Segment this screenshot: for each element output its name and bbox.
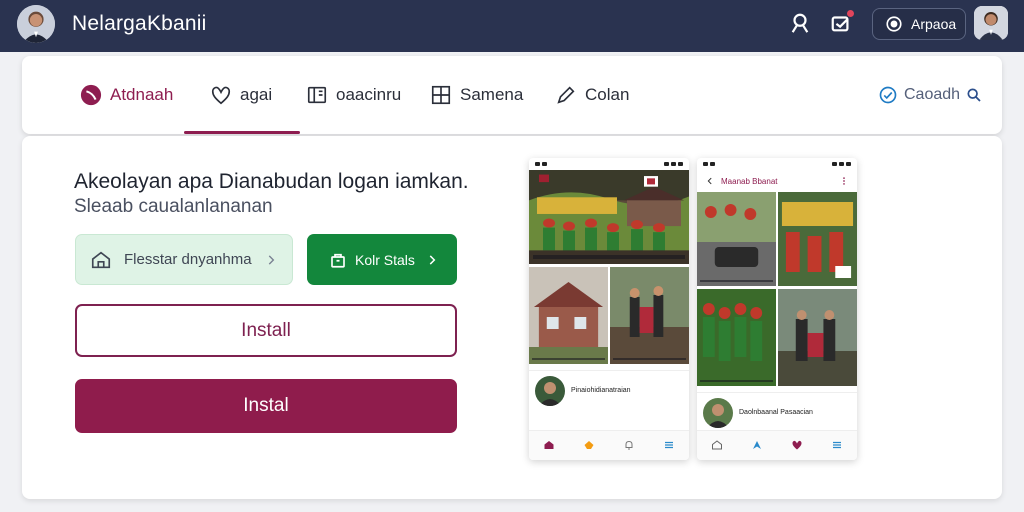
chevron-right-icon: [429, 254, 436, 265]
grid-tile[interactable]: [697, 289, 776, 386]
bottom-nav-home[interactable]: [543, 439, 555, 452]
bottom-nav-explore[interactable]: [751, 439, 763, 452]
post-item[interactable]: Pinaiohidianatraian: [529, 370, 689, 410]
post-item[interactable]: Daolnbaanal Pasaacian: [697, 392, 857, 432]
phone-screenshot-1: Pinaiohidianatraian: [529, 158, 689, 460]
headline: Akeolayan apa Dianabudan logan iamkan.: [74, 170, 469, 193]
secondary-action-button[interactable]: Flesstar dnyanhma: [75, 234, 293, 285]
tab-samena[interactable]: Samena: [430, 82, 523, 108]
phone-status-bar: [697, 158, 857, 170]
tab-label: agai: [240, 85, 273, 104]
tab-label: Colan: [585, 85, 630, 104]
bottom-nav-explore[interactable]: [583, 439, 595, 452]
more-icon[interactable]: [839, 176, 849, 186]
bottom-nav-home[interactable]: [711, 439, 723, 452]
tab-atdnaah[interactable]: Atdnaah: [80, 82, 173, 108]
back-arrow-icon[interactable]: [705, 176, 715, 186]
book-icon: [307, 86, 327, 104]
phone-bottom-nav: [697, 430, 857, 460]
grid-tile[interactable]: [778, 289, 857, 386]
search-button[interactable]: Caoadh: [878, 82, 982, 108]
image-grid: [529, 267, 689, 364]
active-tab-indicator: [184, 131, 300, 134]
notification-badge: [847, 10, 854, 17]
phone-app-bar: Maanab Bbanat: [697, 170, 857, 192]
user-avatar-icon[interactable]: [17, 5, 55, 43]
post-title: Daolnbaanal Pasaacian: [739, 408, 813, 416]
nav-card: Atdnaah agai oaacinru Samena Colan Caoad…: [22, 56, 1002, 134]
bell-icon: [625, 440, 633, 450]
tab-label: Atdnaah: [110, 85, 174, 104]
account-icon: [886, 16, 902, 32]
post-avatar-icon: [535, 375, 565, 406]
tile-caption: [613, 358, 686, 360]
search-label: Caoadh: [904, 86, 961, 103]
tile-caption: [532, 358, 605, 360]
tab-label: Samena: [460, 85, 524, 104]
check-circle-icon: [879, 86, 897, 104]
explore-icon: [753, 441, 761, 449]
tab-colan[interactable]: Colan: [555, 82, 629, 108]
tab-oaacinru[interactable]: oaacinru: [306, 82, 401, 108]
brand-logo-icon: [80, 84, 102, 106]
home-badge-icon: [91, 251, 111, 268]
user-avatar-icon[interactable]: [974, 6, 1008, 40]
phone-bottom-nav: [529, 430, 689, 460]
phone-status-bar: [529, 158, 689, 170]
search-icon: [967, 88, 981, 102]
grid-icon: [431, 85, 451, 105]
top-bar: NelargaKbanii Arpaoa: [0, 0, 1024, 52]
grid-tile[interactable]: [697, 192, 776, 286]
bottom-nav-alerts[interactable]: [623, 439, 635, 452]
hero-image: [529, 170, 689, 264]
phone-screenshot-2: Maanab Bbanat Daolnbaanal Pasaacian: [697, 158, 857, 460]
pen-icon: [557, 86, 575, 104]
grid-tile[interactable]: [610, 267, 689, 364]
tile-caption: [700, 280, 773, 282]
secondary-action-label: Flesstar dnyanhma: [124, 251, 252, 268]
install-outline-button[interactable]: Install: [75, 304, 457, 357]
bottom-nav-menu[interactable]: [831, 439, 843, 452]
heart-icon: [792, 440, 802, 450]
primary-action-button[interactable]: Kolr Stals: [307, 234, 457, 285]
home-icon: [712, 440, 722, 450]
image-grid: [697, 192, 857, 286]
tab-label: oaacinru: [336, 85, 402, 104]
store-icon: [331, 253, 345, 268]
subline: Sleaab caualanlananan: [74, 196, 273, 217]
tab-agai[interactable]: agai: [210, 82, 272, 108]
install-solid-button[interactable]: Instal: [75, 379, 457, 433]
tile-caption: [700, 380, 773, 382]
profile-icon[interactable]: [789, 12, 811, 34]
chevron-right-icon: [268, 254, 275, 265]
post-title: Pinaiohidianatraian: [571, 386, 631, 394]
explore-icon: [584, 441, 594, 449]
bottom-nav-favorites[interactable]: [791, 439, 803, 452]
account-button[interactable]: Arpaoa: [872, 8, 966, 40]
grid-tile[interactable]: [778, 192, 857, 286]
grid-tile[interactable]: [529, 267, 608, 364]
image-grid: [697, 289, 857, 386]
app-title: NelargaKbanii: [72, 12, 207, 35]
list-icon: [665, 441, 673, 449]
account-label: Arpaoa: [911, 16, 957, 32]
heart-icon: [211, 86, 231, 105]
hero-caption: [533, 255, 685, 259]
notification-icon[interactable]: [830, 10, 854, 34]
home-icon: [544, 441, 554, 449]
post-avatar-icon: [703, 397, 733, 428]
phone-screen-title: Maanab Bbanat: [721, 176, 778, 186]
bottom-nav-menu[interactable]: [663, 439, 675, 452]
list-icon: [833, 441, 841, 449]
primary-action-label: Kolr Stals: [355, 251, 415, 268]
